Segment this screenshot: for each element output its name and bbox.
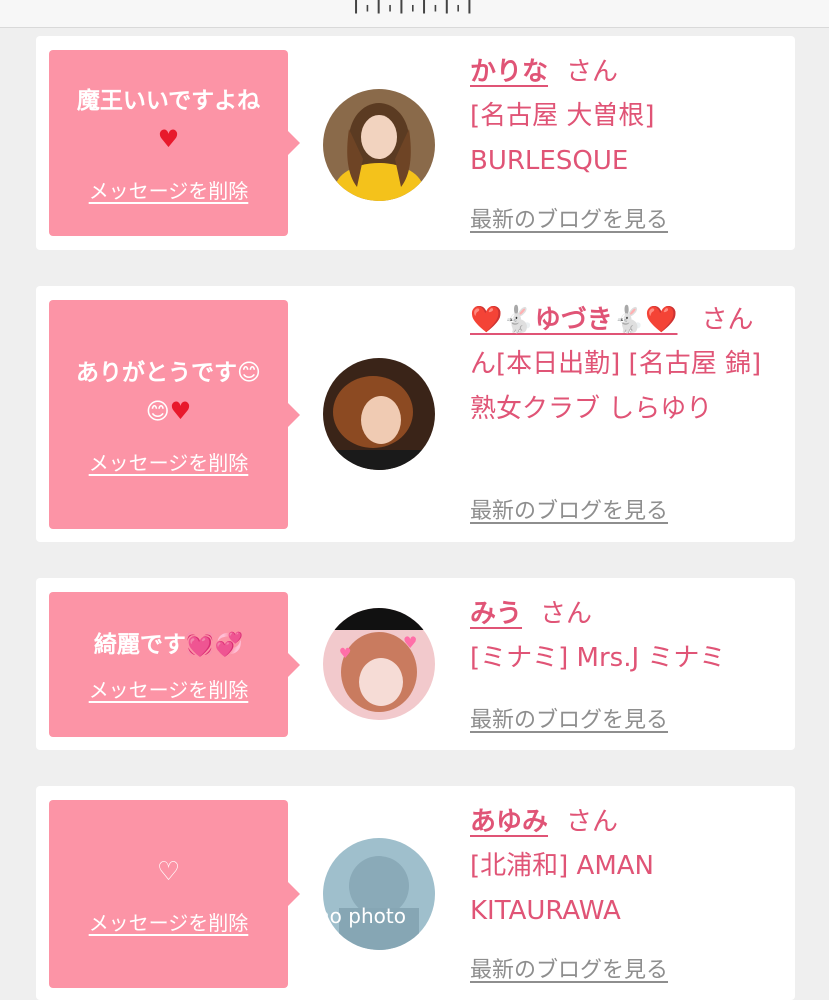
message-bubble: ♡ メッセージを削除: [49, 800, 300, 988]
message-bubble: ありがとうです😊 😊♥ メッセージを削除: [49, 300, 300, 529]
honorific: さん: [701, 305, 754, 335]
latest-blog-link[interactable]: 最新のブログを見る: [470, 493, 668, 525]
avatar-photo: [323, 838, 435, 950]
message-bubble: 綺麗です💓💞 メッセージを削除: [49, 592, 300, 737]
honorific: さん: [540, 599, 593, 629]
red-heart-icon: ♥: [169, 396, 192, 425]
shop-info: [名古屋 大曽根] BURLESQUE: [470, 101, 655, 176]
sender-name-line: あゆみ さん: [470, 800, 780, 844]
avatar-photo: ♥ ♥: [323, 608, 435, 720]
message-text: 綺麗です💓💞: [61, 626, 276, 664]
latest-blog-link[interactable]: 最新のブログを見る: [470, 952, 668, 984]
top-bar-fragment: |ˌ|ˌ|ˌ|ˌ|ˌ|: [352, 0, 478, 14]
message-text-content: 魔王いいですよね: [76, 88, 261, 114]
message-text-content: ありがとうです: [76, 359, 237, 386]
message-text-content: ♡: [156, 856, 181, 887]
delete-message-link[interactable]: メッセージを削除: [89, 447, 249, 476]
honorific: さん: [566, 57, 619, 87]
message-text-content: 綺麗です: [93, 632, 186, 658]
message-card-1: 魔王いいですよね ♥ メッセージを削除 かりな さん [名古屋 大曽根] BURL…: [36, 36, 795, 250]
sender-info: かりな さん [名古屋 大曽根] BURLESQUE: [470, 50, 780, 184]
sender-name-link[interactable]: みう: [470, 599, 522, 629]
sender-info: みう さん [ミナミ] Mrs.J ミナミ: [470, 592, 780, 681]
svg-text:♥: ♥: [339, 646, 352, 662]
svg-text:♥: ♥: [403, 633, 417, 652]
sender-name-link[interactable]: あゆみ: [470, 807, 548, 837]
message-card-4: ♡ メッセージを削除 no photo あゆみ さん [北浦和] AMAN KIT…: [36, 786, 795, 1000]
message-card-2: ありがとうです😊 😊♥ メッセージを削除 ❤️🐇ゆづき🐇❤️ さん ん[本日出勤]…: [36, 286, 795, 542]
avatar[interactable]: no photo: [323, 838, 435, 950]
latest-blog-link[interactable]: 最新のブログを見る: [470, 202, 668, 234]
avatar-photo: [323, 358, 435, 470]
avatar[interactable]: [323, 358, 435, 470]
smile-emoji-icon: 😊: [237, 359, 261, 386]
message-card-3: 綺麗です💓💞 メッセージを削除 ♥ ♥ みう さん [ミナミ] Mrs.J ミナミ…: [36, 578, 795, 750]
delete-message-link[interactable]: メッセージを削除: [89, 907, 249, 936]
sender-info: ❤️🐇ゆづき🐇❤️ さん ん[本日出勤] [名古屋 錦] 熟女クラブ しらゆり: [470, 298, 780, 432]
avatar-photo: [323, 89, 435, 201]
top-bar: |ˌ|ˌ|ˌ|ˌ|ˌ|: [0, 0, 829, 28]
shop-info: [ミナミ] Mrs.J ミナミ: [470, 643, 726, 673]
sender-name-line: ❤️🐇ゆづき🐇❤️ さん: [470, 298, 780, 342]
delete-message-link[interactable]: メッセージを削除: [89, 674, 249, 703]
message-text: ありがとうです😊 😊♥: [61, 354, 276, 431]
delete-message-link[interactable]: メッセージを削除: [89, 175, 249, 204]
message-text: ♡: [61, 853, 276, 891]
red-heart-icon: ♥: [157, 125, 180, 153]
sender-info: あゆみ さん [北浦和] AMAN KITAURAWA: [470, 800, 780, 934]
no-photo-label: no photo: [323, 904, 406, 928]
shop-info: ん[本日出勤] [名古屋 錦] 熟女クラブ しらゆり: [470, 349, 762, 424]
sender-name-line: かりな さん: [470, 50, 780, 94]
honorific: さん: [566, 807, 619, 837]
message-bubble: 魔王いいですよね ♥ メッセージを削除: [49, 50, 300, 236]
sparkling-heart-icon: 💓: [185, 632, 215, 658]
avatar[interactable]: ♥ ♥: [323, 608, 435, 720]
smile-emoji-icon: 😊: [145, 398, 170, 425]
two-hearts-icon: 💞: [214, 632, 244, 658]
sender-name-link[interactable]: かりな: [470, 57, 548, 87]
sender-name-line: みう さん: [470, 592, 780, 636]
sender-name-link[interactable]: ❤️🐇ゆづき🐇❤️: [470, 305, 678, 335]
latest-blog-link[interactable]: 最新のブログを見る: [470, 702, 668, 734]
shop-info: [北浦和] AMAN KITAURAWA: [470, 851, 655, 926]
message-text: 魔王いいですよね ♥: [61, 82, 276, 159]
avatar[interactable]: [323, 89, 435, 201]
